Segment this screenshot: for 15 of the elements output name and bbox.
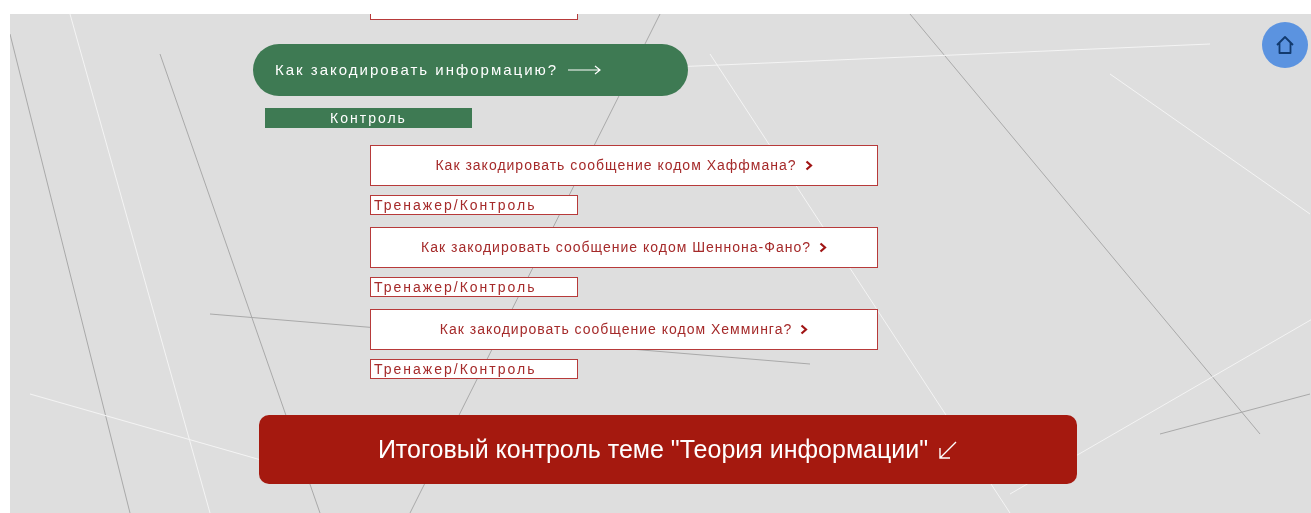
trainer-link[interactable]: Тренажер/Контроль	[370, 195, 578, 215]
topic-link[interactable]: Как закодировать сообщение кодом Шеннона-Фано?	[370, 227, 878, 268]
trainer-link[interactable]: Тренажер/Контроль	[370, 359, 578, 379]
topic-link[interactable]: Как закодировать сообщение кодом Хаффмана?	[370, 145, 878, 186]
chevron-right-icon	[800, 324, 809, 335]
chevron-right-icon	[804, 160, 813, 171]
home-icon	[1275, 35, 1295, 55]
control-link[interactable]: Контроль	[265, 108, 472, 128]
final-test-button[interactable]: Итоговый контроль теме "Теория информации"	[259, 415, 1077, 484]
topic-link[interactable]: Как закодировать информацию?	[253, 44, 688, 96]
trainer-link[interactable]: Тренажер/Контроль	[370, 277, 578, 297]
arrow-down-left-icon	[938, 439, 959, 460]
topic-link[interactable]: Как закодировать сообщение кодом Хемминга?	[370, 309, 878, 350]
arrow-right-icon	[568, 65, 603, 75]
chevron-right-icon	[819, 242, 827, 253]
